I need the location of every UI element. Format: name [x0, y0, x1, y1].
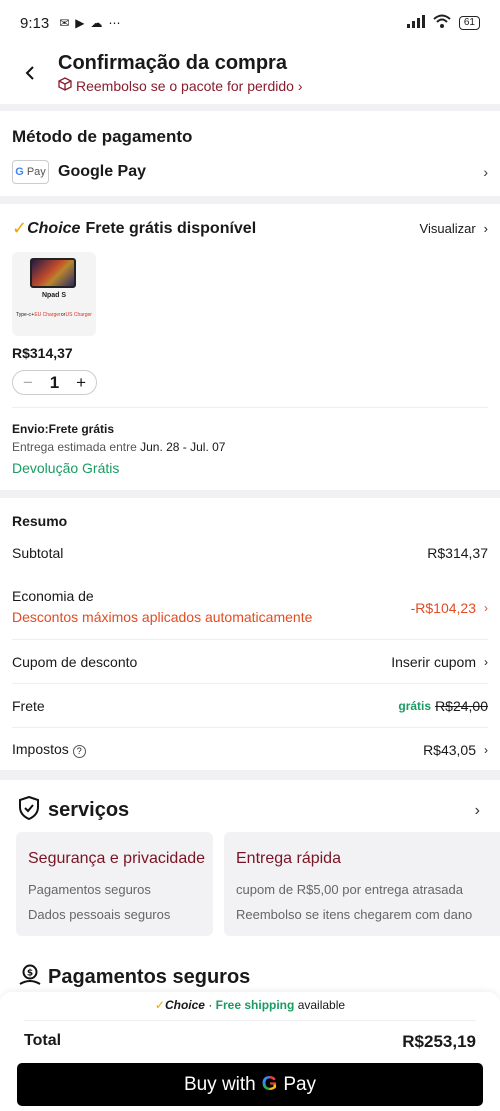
chevron-right-icon: ›: [483, 221, 488, 236]
google-g-icon: G: [261, 1073, 278, 1095]
page-header: Confirmação da compra Reembolso se o pac…: [0, 46, 500, 104]
chevron-right-icon: ›: [483, 164, 488, 180]
payment-method-row[interactable]: G Pay Google Pay ›: [12, 159, 488, 185]
delivery-estimate: Entrega estimada entre Jun. 28 - Jul. 07: [12, 440, 226, 454]
secure-payment-icon: $: [18, 964, 42, 991]
services-header[interactable]: serviços ›: [18, 795, 480, 825]
subtotal-row: Subtotal R$314,37: [12, 545, 488, 561]
shield-icon: [18, 795, 40, 825]
tablet-illustration: [30, 258, 76, 288]
buy-with-google-pay-button[interactable]: Buy with G Pay: [17, 1063, 483, 1106]
total-label: Total: [24, 1032, 62, 1049]
quantity-stepper: − 1 +: [12, 370, 97, 395]
taxes-value: R$43,05: [423, 741, 476, 758]
subtotal-value: R$314,37: [427, 545, 488, 561]
package-icon: [58, 77, 72, 94]
choice-badge: Choice: [27, 219, 81, 237]
choice-check-icon: ✓: [12, 218, 28, 238]
secure-payments-title: Pagamentos seguros: [48, 966, 251, 988]
increase-quantity-button[interactable]: +: [76, 373, 86, 393]
product-image-label: Npad S: [41, 292, 67, 299]
wifi-icon: [433, 14, 451, 32]
svg-text:$: $: [27, 969, 33, 979]
refund-text: Reembolso se o pacote for perdido: [76, 77, 294, 94]
delivery-dates: Jun. 28 - Jul. 07: [140, 440, 226, 454]
services-title: serviços: [48, 799, 130, 821]
divider: [12, 407, 488, 408]
security-privacy-card[interactable]: Segurança e privacidade Pagamentos segur…: [16, 832, 213, 936]
shipping-original-price: R$24,00: [435, 698, 488, 714]
status-bar: 9:13 ✉ ▶ ☁ ⋯ 61: [0, 0, 500, 46]
choice-check-icon: ✓: [154, 998, 165, 1012]
payment-method-section: Método de pagamento G Pay Google Pay ›: [0, 111, 500, 196]
youtube-icon: ▶: [75, 16, 85, 30]
total-value: R$253,19: [402, 1032, 476, 1051]
free-shipping-title: Frete grátis disponível: [85, 219, 257, 237]
free-returns-link[interactable]: Devolução Grátis: [12, 460, 119, 476]
chevron-right-icon: ›: [474, 801, 480, 819]
coupon-row[interactable]: Cupom de desconto Inserir cupom ›: [12, 654, 488, 670]
quantity-value: 1: [49, 372, 60, 392]
refund-link[interactable]: Reembolso se o pacote for perdido ›: [58, 77, 303, 94]
secure-payments-header: $ Pagamentos seguros: [18, 964, 250, 991]
savings-description: Descontos máximos aplicados automaticame…: [12, 609, 313, 625]
taxes-row[interactable]: Impostos? R$43,05 ›: [12, 741, 488, 758]
product-price: R$314,37: [12, 345, 73, 361]
checkout-bar: ✓Choice · Free shipping available Total …: [0, 992, 500, 1111]
fast-delivery-card[interactable]: Entrega rápida cupom de R$5,00 por entre…: [224, 832, 500, 936]
summary-title: Resumo: [12, 513, 68, 529]
chevron-right-icon: ›: [484, 601, 488, 615]
savings-row[interactable]: Economia de Descontos máximos aplicados …: [12, 588, 488, 625]
page-title: Confirmação da compra: [58, 52, 287, 74]
order-section: ✓ Choice Frete grátis disponível Visuali…: [0, 204, 500, 490]
payment-method-title: Método de pagamento: [12, 127, 193, 146]
summary-section: Resumo Subtotal R$314,37 Economia de Des…: [0, 498, 500, 770]
free-shipping-banner: ✓Choice · Free shipping available: [154, 998, 346, 1012]
shipping-label: Envio:Frete grátis: [12, 422, 115, 436]
chevron-right-icon: ›: [484, 742, 488, 757]
enter-coupon-link: Inserir cupom: [391, 654, 476, 670]
services-section: serviços › Segurança e privacidade Pagam…: [0, 780, 500, 1010]
shipping-free-label: grátis: [398, 699, 432, 713]
product-accessories: Type-c + EU Charger or US Charger: [16, 312, 92, 318]
mail-icon: ✉: [59, 16, 70, 30]
help-icon[interactable]: ?: [72, 745, 86, 758]
status-time: 9:13: [20, 14, 50, 32]
google-pay-logo: G Pay: [12, 160, 49, 184]
product-image[interactable]: Npad S Type-c + EU Charger or US Charger: [12, 252, 96, 336]
chevron-right-icon: ›: [484, 655, 488, 669]
total-row: Total R$253,19: [24, 1032, 476, 1052]
more-icon: ⋯: [108, 16, 121, 30]
cloud-icon: ☁: [90, 16, 103, 30]
view-button[interactable]: Visualizar ›: [420, 221, 488, 236]
back-icon[interactable]: [18, 58, 42, 88]
decrease-quantity-button[interactable]: −: [23, 373, 33, 393]
signal-icon: [406, 14, 425, 32]
shipping-row: Frete grátis R$24,00: [12, 698, 488, 714]
payment-method-name: Google Pay: [58, 163, 147, 180]
savings-value: -R$104,23: [410, 600, 476, 616]
chevron-right-icon: ›: [297, 77, 303, 94]
battery-icon: 61: [458, 16, 480, 30]
